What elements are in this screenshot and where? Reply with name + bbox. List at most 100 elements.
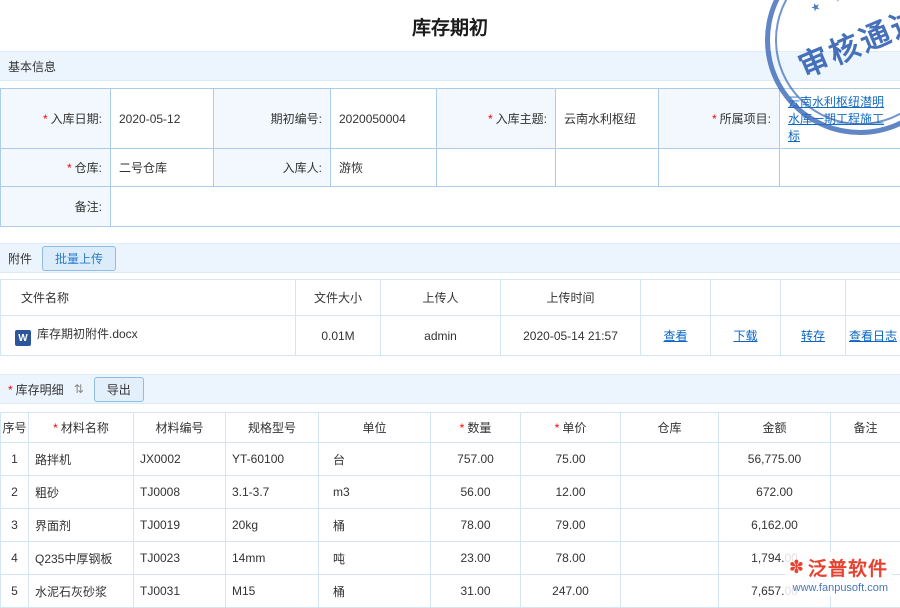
table-row: 5 水泥石灰砂浆 TJ0031 M15 桶 31.00 247.00 7,657… <box>1 575 900 608</box>
cell-material-name: 水泥石灰砂浆 <box>29 575 134 608</box>
header-remark: 备注 <box>831 413 900 443</box>
cell-price: 12.00 <box>521 476 621 509</box>
label-text: 所属项目: <box>720 112 771 126</box>
table-row: 4 Q235中厚钢板 TJ0023 14mm 吨 23.00 78.00 1,7… <box>1 542 900 575</box>
header-warehouse: 仓库 <box>621 413 719 443</box>
cell-file-name: W库存期初附件.docx <box>1 316 296 356</box>
cell-spec: 14mm <box>226 542 319 575</box>
view-log-link[interactable]: 查看日志 <box>849 329 897 343</box>
required-marker: * <box>8 383 13 397</box>
batch-upload-button[interactable]: 批量上传 <box>42 246 116 271</box>
brand-name: 泛普软件 <box>808 554 888 581</box>
cell-amount: 56,775.00 <box>719 443 831 476</box>
cell-amount: 6,162.00 <box>719 509 831 542</box>
cell-file-size: 0.01M <box>296 316 381 356</box>
cell-warehouse <box>621 443 719 476</box>
cell-seq: 4 <box>1 542 29 575</box>
cell-seq: 2 <box>1 476 29 509</box>
header-action-empty <box>641 280 711 316</box>
header-file-name: 文件名称 <box>1 280 296 316</box>
cell-action: 转存 <box>781 316 846 356</box>
cell-uploader: admin <box>381 316 501 356</box>
header-unit: 单位 <box>319 413 431 443</box>
label-text: 入库主题: <box>496 112 547 126</box>
cell-seq: 1 <box>1 443 29 476</box>
empty-cell <box>659 149 780 187</box>
field-value-ruku-date: 2020-05-12 <box>111 89 214 149</box>
form-row: *入库日期: 2020-05-12 期初编号: 2020050004 *入库主题… <box>1 89 900 149</box>
cell-upload-time: 2020-05-14 21:57 <box>501 316 641 356</box>
cell-material-code: TJ0023 <box>134 542 226 575</box>
header-material-name: *材料名称 <box>29 413 134 443</box>
table-row: 3 界面剂 TJ0019 20kg 桶 78.00 79.00 6,162.00 <box>1 509 900 542</box>
cell-price: 79.00 <box>521 509 621 542</box>
cell-remark <box>831 443 900 476</box>
cell-material-name: 界面剂 <box>29 509 134 542</box>
required-marker: * <box>43 112 48 126</box>
field-label-ruku-date: *入库日期: <box>1 89 111 149</box>
sort-icon[interactable]: ⇅ <box>74 382 84 396</box>
cell-unit: 台 <box>319 443 431 476</box>
header-material-code: 材料编号 <box>134 413 226 443</box>
label-text: 入库日期: <box>51 112 102 126</box>
attachments-table: 文件名称 文件大小 上传人 上传时间 W库存期初附件.docx 0.01M ad… <box>0 279 900 356</box>
inventory-details-section-bar: *库存明细 ⇅ 导出 <box>0 374 900 404</box>
brand-footer: ✽ 泛普软件 www.fanpusoft.com <box>785 552 892 596</box>
fanpu-logo-icon: ✽ <box>789 557 804 578</box>
brand-url: www.fanpusoft.com <box>789 582 888 594</box>
page-title: 库存期初 <box>0 0 900 51</box>
details-header-row: 序号 *材料名称 材料编号 规格型号 单位 *数量 *单价 仓库 金额 备注 <box>1 413 900 443</box>
cell-material-code: JX0002 <box>134 443 226 476</box>
view-link[interactable]: 查看 <box>663 329 687 343</box>
cell-material-code: TJ0008 <box>134 476 226 509</box>
cell-material-name: 路拌机 <box>29 443 134 476</box>
required-marker: * <box>712 112 717 126</box>
required-marker: * <box>460 421 465 435</box>
required-marker: * <box>555 421 560 435</box>
form-row: 备注: <box>1 187 900 227</box>
empty-cell <box>437 149 556 187</box>
header-spec: 规格型号 <box>226 413 319 443</box>
table-row: 1 路拌机 JX0002 YT-60100 台 757.00 75.00 56,… <box>1 443 900 476</box>
cell-qty: 23.00 <box>431 542 521 575</box>
cell-unit: 桶 <box>319 575 431 608</box>
cell-qty: 31.00 <box>431 575 521 608</box>
project-link[interactable]: 云南水利枢纽潜明水库一期工程施工标 <box>788 95 884 143</box>
field-label-ruku-subject: *入库主题: <box>437 89 556 149</box>
header-action-empty <box>711 280 781 316</box>
cell-action: 查看 <box>641 316 711 356</box>
cell-price: 78.00 <box>521 542 621 575</box>
label-text: 期初编号: <box>271 112 322 126</box>
required-marker: * <box>488 112 493 126</box>
inventory-details-section-title: *库存明细 <box>8 381 64 398</box>
cell-spec: 3.1-3.7 <box>226 476 319 509</box>
field-label-qichu-no: 期初编号: <box>214 89 331 149</box>
header-text: 数量 <box>467 421 491 435</box>
cell-seq: 3 <box>1 509 29 542</box>
header-price: *单价 <box>521 413 621 443</box>
transfer-link[interactable]: 转存 <box>801 329 825 343</box>
label-text: 备注: <box>75 200 102 214</box>
field-value-project: 云南水利枢纽潜明水库一期工程施工标 <box>780 89 900 149</box>
download-link[interactable]: 下载 <box>733 329 757 343</box>
cell-action: 查看日志 <box>846 316 900 356</box>
field-label-ruku-person: 入库人: <box>214 149 331 187</box>
header-uploader: 上传人 <box>381 280 501 316</box>
cell-unit: 吨 <box>319 542 431 575</box>
section-title-text: 库存明细 <box>16 383 64 397</box>
attachments-header-row: 文件名称 文件大小 上传人 上传时间 <box>1 280 900 316</box>
cell-amount: 672.00 <box>719 476 831 509</box>
attachment-row: W库存期初附件.docx 0.01M admin 2020-05-14 21:5… <box>1 316 900 356</box>
field-value-ruku-person: 游恢 <box>331 149 437 187</box>
field-label-project: *所属项目: <box>659 89 780 149</box>
basic-info-table: *入库日期: 2020-05-12 期初编号: 2020050004 *入库主题… <box>0 88 900 227</box>
label-text: 入库人: <box>283 161 322 175</box>
cell-material-code: TJ0019 <box>134 509 226 542</box>
header-upload-time: 上传时间 <box>501 280 641 316</box>
header-action-empty <box>846 280 900 316</box>
cell-spec: M15 <box>226 575 319 608</box>
cell-qty: 78.00 <box>431 509 521 542</box>
field-value-warehouse: 二号仓库 <box>111 149 214 187</box>
export-button[interactable]: 导出 <box>94 377 144 402</box>
form-row: *仓库: 二号仓库 入库人: 游恢 <box>1 149 900 187</box>
